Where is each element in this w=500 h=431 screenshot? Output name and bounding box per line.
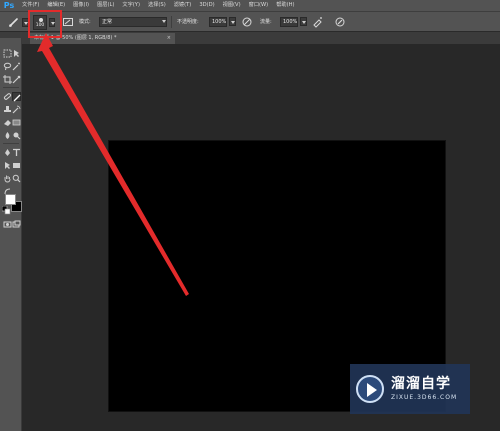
opacity-dropdown[interactable] bbox=[229, 17, 236, 26]
play-logo-icon bbox=[356, 375, 384, 403]
toolbox-divider bbox=[3, 143, 19, 144]
screen-mode-icon[interactable] bbox=[12, 220, 21, 229]
watermark: 溜溜自学 ZIXUE.3D66.COM bbox=[350, 364, 470, 414]
marquee-tool-icon[interactable] bbox=[3, 49, 12, 58]
menu-type[interactable]: 文字(Y) bbox=[118, 0, 144, 11]
mode-value: 正常 bbox=[102, 19, 113, 25]
flow-input[interactable]: 100% bbox=[280, 17, 298, 27]
menu-help[interactable]: 帮助(H) bbox=[272, 0, 298, 11]
magic-wand-tool-icon[interactable] bbox=[12, 62, 21, 71]
mode-label: 模式: bbox=[79, 19, 91, 25]
flow-value: 100% bbox=[283, 19, 298, 25]
close-icon[interactable]: × bbox=[167, 33, 171, 44]
pressure-opacity-icon[interactable] bbox=[241, 16, 253, 28]
blur-tool-icon[interactable] bbox=[3, 131, 12, 140]
annotation-highlight-box bbox=[28, 10, 62, 38]
toolbox-header[interactable] bbox=[0, 32, 22, 38]
menu-view[interactable]: 视图(V) bbox=[219, 0, 245, 11]
pressure-size-icon[interactable] bbox=[334, 16, 346, 28]
watermark-url: ZIXUE.3D66.COM bbox=[391, 394, 458, 401]
divider bbox=[171, 16, 172, 28]
menu-window[interactable]: 窗口(W) bbox=[245, 0, 273, 11]
toolbox bbox=[0, 32, 22, 431]
menu-layer[interactable]: 图层(L) bbox=[93, 0, 118, 11]
dodge-tool-icon[interactable] bbox=[12, 131, 21, 140]
menu-3d[interactable]: 3D(D) bbox=[195, 0, 218, 11]
eraser-tool-icon[interactable] bbox=[3, 118, 12, 127]
opacity-value: 100% bbox=[212, 19, 227, 25]
history-brush-tool-icon[interactable] bbox=[12, 105, 21, 114]
watermark-text: 溜溜自学 ZIXUE.3D66.COM bbox=[391, 376, 457, 402]
flow-label: 流量: bbox=[260, 19, 272, 25]
clone-stamp-tool-icon[interactable] bbox=[3, 105, 12, 114]
rectangle-tool-icon[interactable] bbox=[12, 161, 21, 170]
hand-tool-icon[interactable] bbox=[3, 174, 12, 183]
quick-mask-icon[interactable] bbox=[3, 220, 12, 229]
crop-tool-icon[interactable] bbox=[3, 75, 12, 84]
menu-select[interactable]: 选择(S) bbox=[144, 0, 170, 11]
photoshop-logo: Ps bbox=[3, 1, 15, 10]
airbrush-icon[interactable] bbox=[312, 16, 324, 28]
lasso-tool-icon[interactable] bbox=[3, 62, 12, 71]
pen-tool-icon[interactable] bbox=[3, 148, 12, 157]
path-selection-tool-icon[interactable] bbox=[3, 161, 12, 170]
mode-select[interactable]: 正常 bbox=[99, 17, 167, 27]
healing-brush-tool-icon[interactable] bbox=[3, 92, 12, 101]
brush-panel-icon[interactable] bbox=[62, 16, 74, 28]
swap-colors-icon[interactable] bbox=[3, 187, 11, 195]
menu-image[interactable]: 图像(I) bbox=[69, 0, 93, 11]
brush-tool-icon[interactable] bbox=[12, 92, 21, 102]
opacity-input[interactable]: 100% bbox=[209, 17, 227, 27]
options-bar: 100 模式: 正常 不透明度: 100% 流量: 100% bbox=[0, 11, 500, 32]
brush-tool-icon[interactable] bbox=[8, 16, 20, 28]
document-tab-strip: 未标题-1 @ 50% (图层 1, RGB/8) * × bbox=[22, 32, 500, 44]
menu-filter[interactable]: 滤镜(T) bbox=[170, 0, 196, 11]
eyedropper-tool-icon[interactable] bbox=[12, 75, 21, 84]
type-tool-icon[interactable] bbox=[12, 148, 21, 157]
gradient-tool-icon[interactable] bbox=[12, 118, 21, 127]
move-tool-icon[interactable] bbox=[12, 49, 21, 58]
watermark-title: 溜溜自学 bbox=[391, 376, 451, 392]
chevron-down-icon bbox=[161, 17, 167, 27]
toolbox-divider bbox=[3, 87, 19, 88]
menu-bar: Ps 文件(F) 编辑(E) 图像(I) 图层(L) 文字(Y) 选择(S) 滤… bbox=[0, 0, 500, 11]
flow-dropdown[interactable] bbox=[300, 17, 307, 26]
foreground-color-swatch[interactable] bbox=[5, 194, 16, 205]
default-colors-icon[interactable] bbox=[1, 205, 11, 215]
opacity-label: 不透明度: bbox=[177, 19, 199, 25]
zoom-tool-icon[interactable] bbox=[12, 174, 21, 183]
